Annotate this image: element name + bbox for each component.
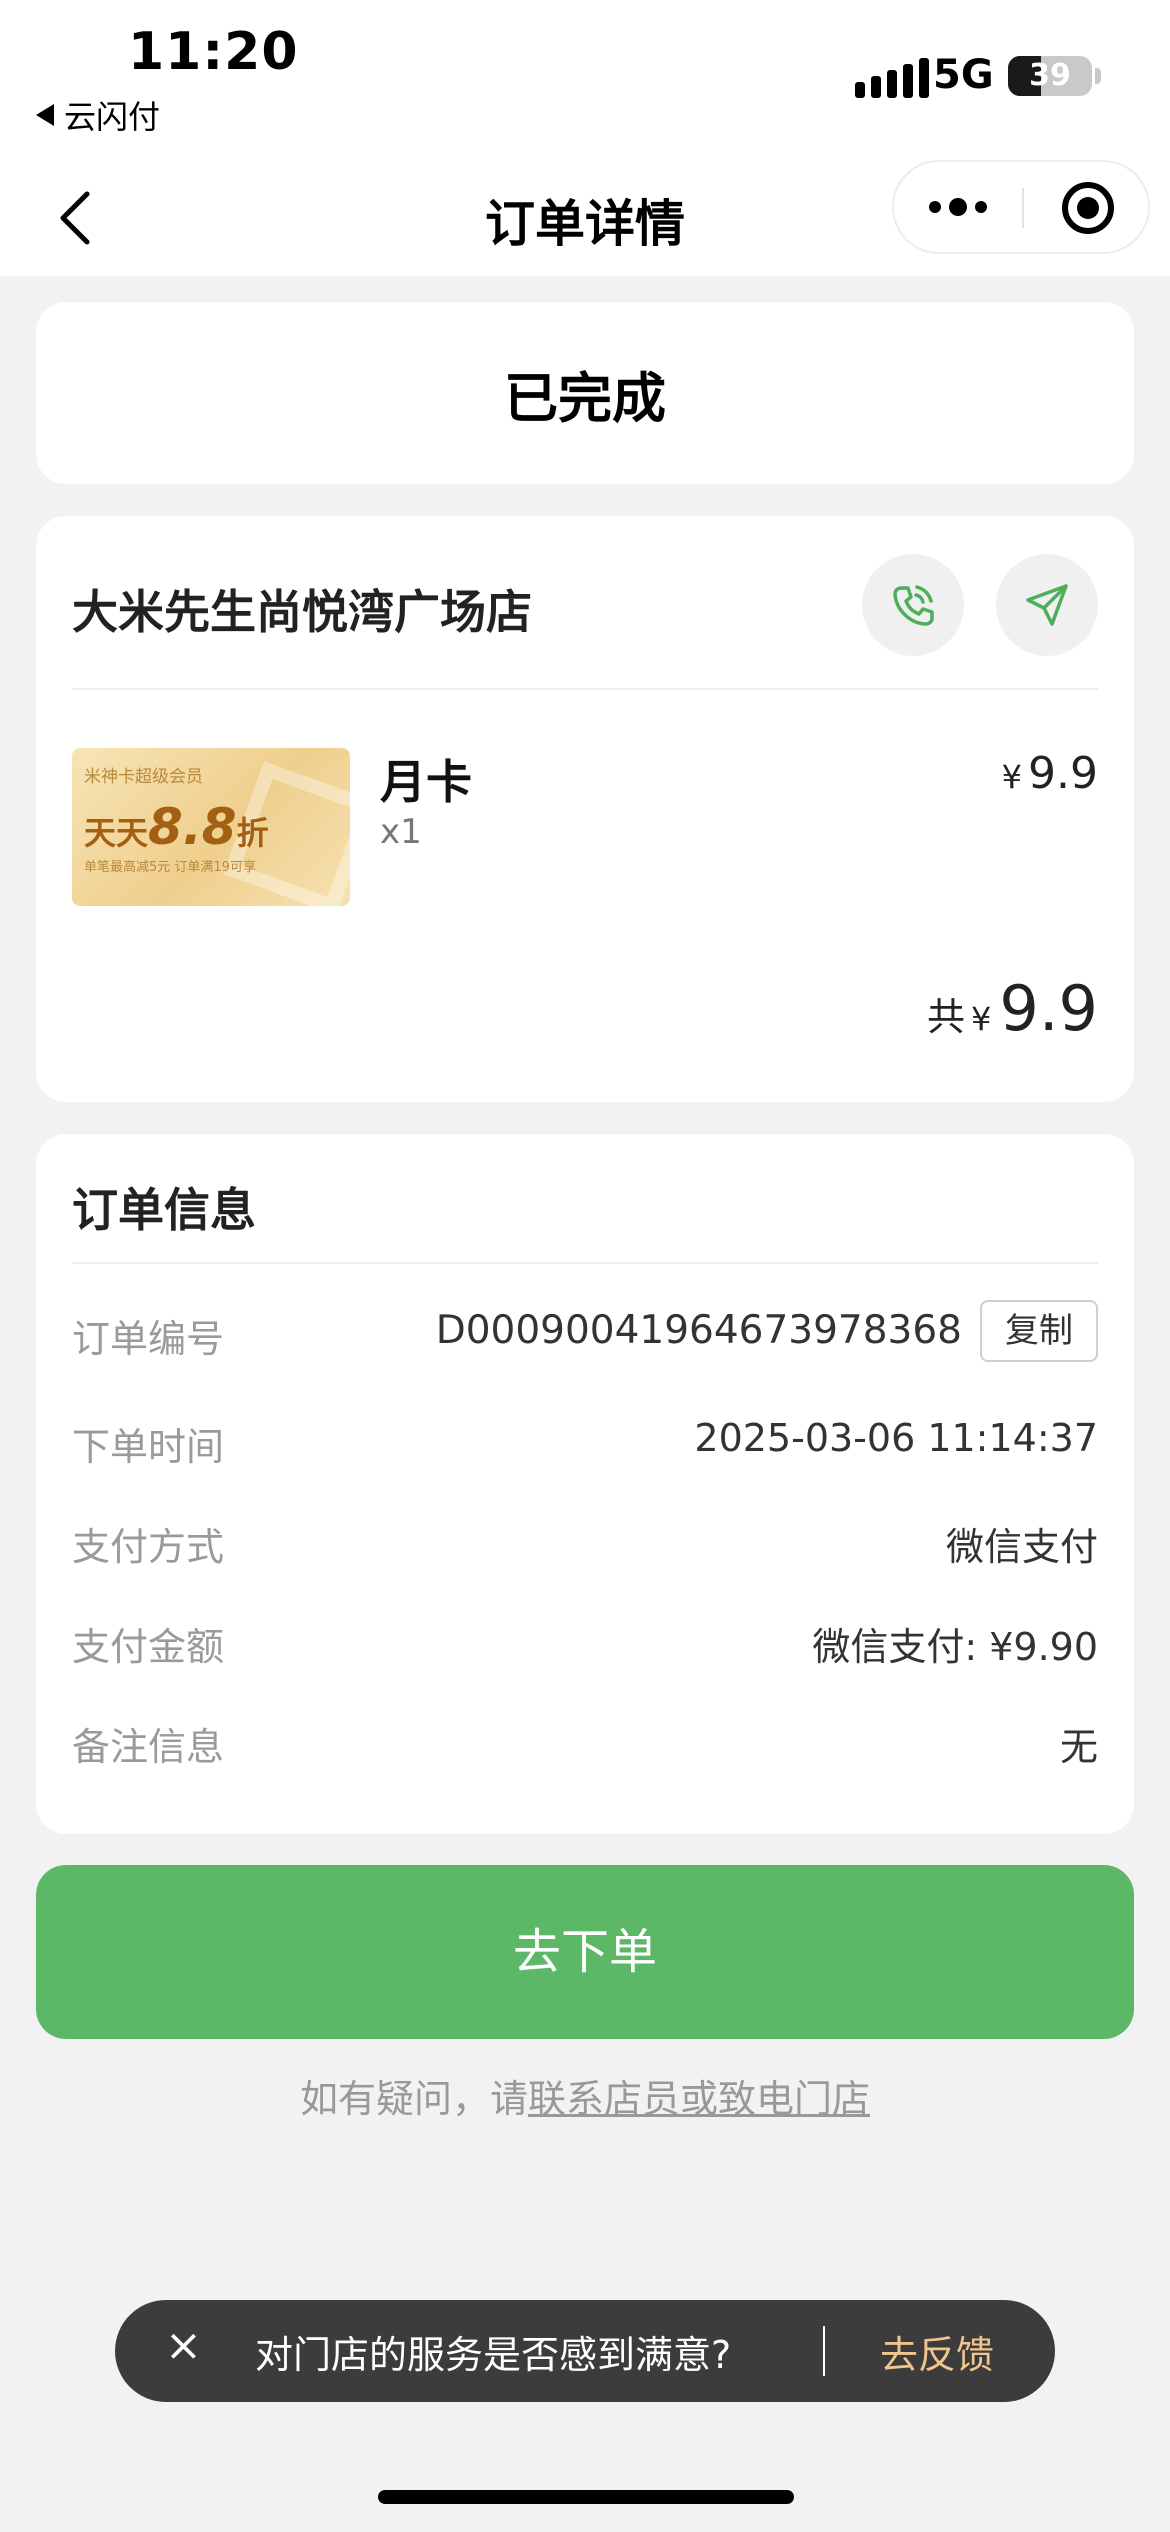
order-total: 共 ¥ 9.9: [927, 972, 1098, 1045]
info-label: 订单编号: [72, 1317, 225, 1361]
product-image-line1: 米神卡超级会员: [84, 767, 203, 787]
help-text: 如有疑问，请联系店员或致电门店: [0, 2068, 1170, 2123]
order-time: 2025-03-06 11:14:37: [694, 1416, 1098, 1460]
close-icon[interactable]: ×: [165, 2320, 202, 2371]
pay-method: 微信支付: [945, 1525, 1098, 1569]
copy-button[interactable]: 复制: [980, 1300, 1098, 1362]
order-again-button[interactable]: 去下单: [36, 1865, 1134, 2039]
toast-message: 对门店的服务是否感到满意?: [255, 2333, 732, 2377]
more-dots-icon[interactable]: [894, 162, 1022, 252]
back-triangle-icon: [36, 104, 54, 126]
product-quantity: x1: [380, 812, 422, 852]
phone-icon: [893, 585, 934, 626]
back-to-app[interactable]: 云闪付: [36, 92, 160, 138]
info-label: 下单时间: [72, 1425, 225, 1469]
store-name: 大米先生尚悦湾广场店: [72, 585, 532, 639]
divider: [72, 688, 1098, 690]
info-label: 支付金额: [72, 1625, 225, 1669]
navigate-button[interactable]: [996, 554, 1098, 656]
info-row-order-number: 订单编号 D00090041964673978368 复制: [72, 1300, 1098, 1368]
info-label: 支付方式: [72, 1525, 225, 1569]
toast-divider: [823, 2326, 825, 2376]
mini-program-capsule: [892, 160, 1150, 254]
help-prefix: 如有疑问，请: [299, 2077, 528, 2121]
product-image: 米神卡超级会员 天天8.8折 单笔最高减5元 订单满19可享: [72, 748, 350, 906]
status-bar: 11:20 云闪付 5G 39: [0, 0, 1170, 160]
home-indicator[interactable]: [378, 2490, 794, 2504]
product-image-line3: 单笔最高减5元 订单满19可享: [84, 860, 256, 875]
feedback-toast: × 对门店的服务是否感到满意? 去反馈: [115, 2300, 1055, 2402]
divider: [72, 1262, 1098, 1264]
signal-icon: [855, 58, 929, 98]
order-number: D00090041964673978368: [435, 1308, 962, 1353]
pay-amount: 微信支付: ¥9.90: [812, 1625, 1098, 1669]
order-info-card: 订单信息 订单编号 D00090041964673978368 复制 下单时间 …: [36, 1134, 1134, 1834]
navigate-arrow-icon: [1026, 584, 1068, 626]
info-row-pay-amount: 支付金额 微信支付: ¥9.90: [72, 1616, 1098, 1676]
capsule-divider: [1022, 188, 1024, 228]
product-image-line2: 天天8.8折: [84, 798, 269, 856]
total-value: 9.9: [999, 972, 1098, 1045]
status-time: 11:20: [128, 22, 299, 82]
info-row-order-time: 下单时间 2025-03-06 11:14:37: [72, 1416, 1098, 1476]
network-type: 5G: [933, 52, 994, 98]
product-price: ¥9.9: [1001, 748, 1098, 799]
target-icon[interactable]: [1062, 182, 1114, 234]
battery-level: 39: [1029, 58, 1071, 93]
remark: 无: [1059, 1725, 1098, 1769]
total-label: 共: [927, 995, 966, 1039]
info-label: 备注信息: [72, 1725, 225, 1769]
back-app-label: 云闪付: [64, 98, 161, 136]
call-store-button[interactable]: [862, 554, 964, 656]
info-row-remark: 备注信息 无: [72, 1716, 1098, 1776]
info-row-pay-method: 支付方式 微信支付: [72, 1516, 1098, 1576]
order-status-card: 已完成: [36, 302, 1134, 484]
total-currency: ¥: [971, 1000, 992, 1038]
order-status: 已完成: [504, 367, 666, 430]
battery-tip: [1095, 68, 1101, 84]
contact-store-link[interactable]: 联系店员或致电门店: [528, 2077, 870, 2121]
battery-icon: 39: [1008, 56, 1092, 96]
order-info-title: 订单信息: [72, 1183, 256, 1237]
nav-bar: 订单详情: [0, 160, 1170, 276]
feedback-button[interactable]: 去反馈: [880, 2324, 994, 2379]
product-name: 月卡: [380, 755, 472, 809]
store-card: 大米先生尚悦湾广场店 米神卡超级会员 天天8.8折 单笔最高减5元 订单满19可…: [36, 516, 1134, 1102]
